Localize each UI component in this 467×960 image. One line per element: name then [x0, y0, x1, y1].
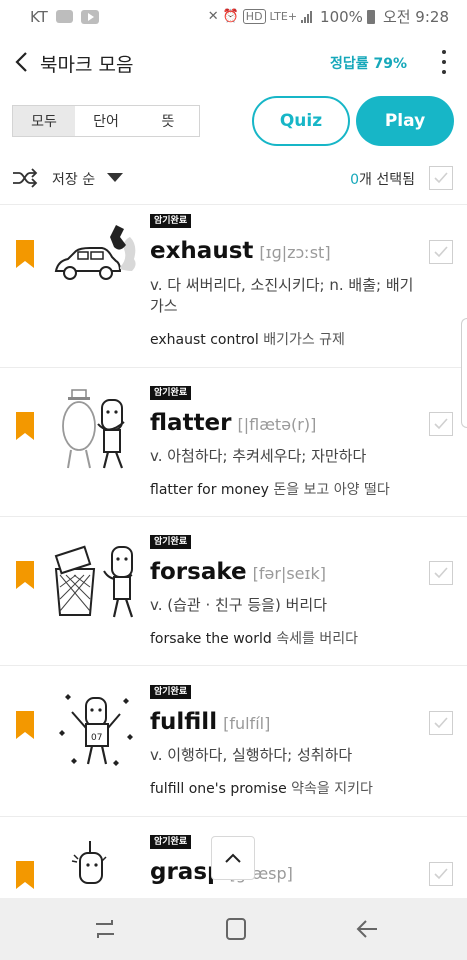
app-header: 북마크 모음 정답률 79% — [0, 33, 467, 91]
word-title: exhaust [ɪɡ|zɔːst] — [150, 238, 331, 264]
segment-word[interactable]: 단어 — [75, 106, 137, 136]
example-kr: 돈을 보고 아양 떨다 — [273, 482, 390, 498]
clock: 오전 9:28 — [382, 8, 449, 26]
filter-segment: 모두 단어 뜻 — [12, 105, 200, 137]
memorized-badge: 암기완료 — [150, 535, 192, 549]
page-title: 북마크 모음 — [40, 54, 134, 76]
item-checkbox[interactable] — [429, 240, 453, 264]
carrier-label: KT — [30, 7, 48, 26]
word-meaning: v. 아첨하다; 추켜세우다; 자만하다 — [150, 447, 367, 465]
status-bar: KT ✕ ⏰ HD LTE+ 100% 오전 9:28 — [0, 0, 467, 33]
hd-label: HD — [242, 9, 266, 24]
pronunciation: [ɪɡ|zɔːst] — [259, 243, 331, 262]
memorized-badge: 암기완료 — [150, 214, 192, 228]
item-checkbox[interactable] — [429, 412, 453, 436]
example-sentence: forsake the world 속세를 버리다 — [150, 628, 450, 648]
bookmark-icon[interactable] — [16, 711, 34, 739]
selected-count: 0개 선택됨 — [350, 169, 415, 189]
edge-panel-handle[interactable] — [461, 318, 467, 428]
shuffle-icon[interactable] — [12, 168, 38, 188]
example-kr: 속세를 버리다 — [276, 631, 358, 647]
example-en: forsake the world — [150, 631, 272, 647]
memorized-badge: 암기완료 — [150, 835, 192, 849]
example-en: flatter for money — [150, 482, 269, 498]
example-sentence: flatter for money 돈을 보고 아양 떨다 — [150, 479, 450, 499]
pronunciation: [|flætə(r)] — [237, 415, 317, 434]
segment-meaning[interactable]: 뜻 — [137, 106, 199, 136]
trash-bin-illustration — [54, 545, 134, 618]
list-item[interactable]: 암기완료 forsake [fər|seɪk] v. (습관 · 친구 등을) 버… — [0, 517, 467, 665]
word-title: forsake [fər|seɪk] — [150, 559, 326, 585]
word-meaning: v. 다 써버리다, 소진시키다; n. 배출; 배기가스 — [150, 276, 414, 315]
list-item[interactable]: 암기완료 exhaust [ɪɡ|zɔːst] v. 다 써버리다, 소진시키다;… — [0, 205, 467, 367]
segment-all[interactable]: 모두 — [13, 106, 75, 136]
chevron-down-icon[interactable] — [107, 173, 123, 182]
example-kr: 약속을 지키다 — [291, 781, 373, 797]
play-button[interactable]: Play — [356, 96, 454, 146]
quiz-button[interactable]: Quiz — [252, 96, 350, 146]
back-icon[interactable] — [354, 917, 380, 941]
pronunciation: [fulfíl] — [223, 714, 271, 733]
word-title: fulfill [fulfíl] — [150, 709, 270, 735]
message-icon — [55, 10, 73, 23]
example-sentence: fulfill one's promise 약속을 지키다 — [150, 778, 450, 798]
sort-dropdown[interactable]: 저장 순 — [52, 169, 95, 189]
accuracy-rate: 정답률 79% — [329, 56, 407, 72]
word-text: fulfill — [150, 709, 218, 735]
alarm-icon: ⏰ — [222, 9, 239, 24]
word-text: exhaust — [150, 238, 254, 264]
word-text: flatter — [150, 410, 232, 436]
car-exhaust-illustration — [54, 225, 136, 280]
pronunciation: [fər|seɪk] — [252, 564, 326, 583]
word-title: flatter [|flætə(r)] — [150, 410, 316, 436]
example-en: exhaust control — [150, 332, 259, 348]
more-options-icon[interactable] — [441, 50, 447, 74]
word-text: forsake — [150, 559, 247, 585]
example-en: fulfill one's promise — [150, 781, 287, 797]
chevron-up-icon — [225, 853, 241, 863]
selected-count-suffix: 개 선택됨 — [359, 172, 415, 188]
sort-row: 저장 순 0개 선택됨 — [0, 160, 467, 196]
home-icon[interactable] — [223, 917, 249, 941]
memorized-badge: 암기완료 — [150, 386, 192, 400]
mute-icon: ✕ — [207, 9, 219, 24]
back-arrow-icon[interactable] — [14, 51, 30, 73]
list-item[interactable]: 07 암기완료 fulfill [fulfíl] v. 이행하다, 실행하다; 성… — [0, 666, 467, 816]
word-meaning: v. (습관 · 친구 등을) 버리다 — [150, 596, 327, 614]
scroll-to-top-button[interactable] — [211, 836, 255, 880]
recent-apps-icon[interactable] — [92, 917, 118, 941]
bookmark-icon[interactable] — [16, 861, 34, 889]
champion-illustration: 07 — [59, 694, 133, 766]
battery-percent: 100% — [320, 7, 363, 26]
selected-count-number: 0 — [350, 172, 360, 188]
bookmark-icon[interactable] — [16, 561, 34, 589]
bookmark-icon[interactable] — [16, 240, 34, 268]
signal-icon — [301, 10, 313, 23]
select-all-checkbox[interactable] — [429, 166, 453, 190]
memorized-badge: 암기완료 — [150, 685, 192, 699]
lte-label: LTE+ — [269, 10, 298, 23]
battery-icon — [366, 9, 375, 24]
list-item[interactable]: 암기완료 flatter [|flætə(r)] v. 아첨하다; 추켜세우다; … — [0, 368, 467, 516]
item-checkbox[interactable] — [429, 561, 453, 585]
example-kr: 배기가스 규제 — [263, 332, 345, 348]
youtube-icon — [80, 9, 99, 24]
word-meaning: v. 이행하다, 실행하다; 성취하다 — [150, 746, 353, 764]
bookmark-icon[interactable] — [16, 412, 34, 440]
item-checkbox[interactable] — [429, 862, 453, 886]
svg-text:07: 07 — [91, 733, 102, 743]
grasp-illustration — [71, 841, 107, 884]
item-checkbox[interactable] — [429, 711, 453, 735]
system-navigation-bar — [0, 898, 467, 960]
flatterer-illustration — [62, 389, 125, 469]
example-sentence: exhaust control 배기가스 규제 — [150, 329, 450, 349]
